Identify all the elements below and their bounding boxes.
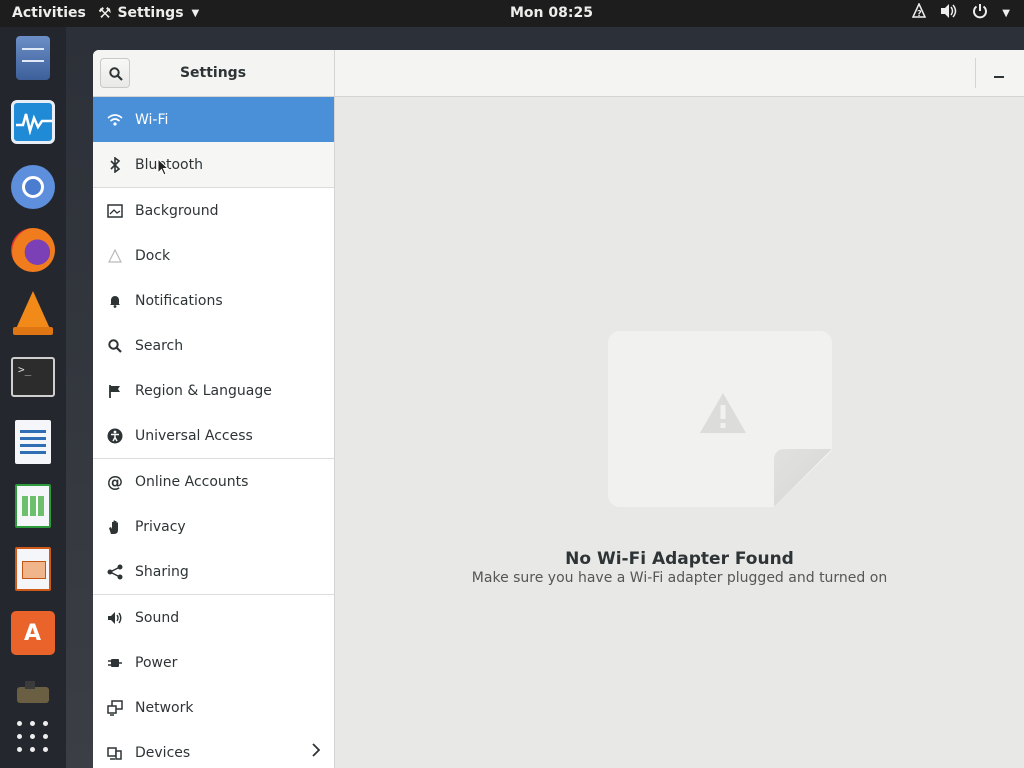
flag-icon	[107, 383, 123, 399]
dock-icon	[107, 248, 123, 264]
speaker-icon	[107, 610, 123, 626]
devices-icon	[107, 745, 123, 761]
terminal-prompt: >_	[18, 363, 32, 376]
share-icon	[107, 564, 123, 580]
sidebar-item-search[interactable]: Search	[93, 323, 334, 368]
sidebar-item-label: Sharing	[135, 563, 189, 580]
sidebar-title: Settings	[179, 65, 247, 81]
sidebar-item-power[interactable]: Power	[93, 640, 334, 685]
caret-down-icon: ▼	[191, 7, 200, 19]
power-icon	[972, 3, 988, 23]
sidebar-item-label: Online Accounts	[135, 473, 249, 490]
sidebar-item-sound[interactable]: Sound	[93, 595, 334, 640]
minimize-button[interactable]	[994, 64, 1006, 80]
mouse-pointer-icon	[157, 158, 169, 176]
sidebar-item-label: Network	[135, 699, 194, 716]
settings-tools-icon: ⚒	[98, 4, 112, 22]
settings-window: Settings Wi-Fi Bluetooth Background Dock…	[93, 50, 1024, 768]
top-panel: Activities ⚒ Settings ▼ Mon 08:25 ? ▼	[0, 0, 1024, 27]
app-menu-label: Settings	[117, 5, 184, 21]
sidebar-item-label: Background	[135, 202, 219, 219]
bluetooth-icon	[107, 156, 123, 173]
warning-icon	[700, 393, 746, 433]
wifi-icon	[107, 112, 123, 128]
background-icon	[107, 203, 123, 219]
sidebar-item-label: Region & Language	[135, 382, 272, 399]
volume-icon	[940, 3, 958, 23]
network-icon	[107, 699, 123, 716]
page-curl-shape	[774, 449, 832, 507]
at-icon: @	[107, 472, 123, 491]
sidebar-header: Settings	[93, 50, 334, 97]
content-headerbar	[335, 50, 1024, 97]
status-menu[interactable]: ? ▼	[912, 2, 1010, 23]
files-app-icon[interactable]	[16, 36, 50, 80]
search-icon	[109, 67, 123, 81]
activities-button[interactable]: Activities	[12, 5, 86, 21]
sidebar-item-label: Universal Access	[135, 427, 253, 444]
sidebar-item-notifications[interactable]: Notifications	[93, 278, 334, 323]
sidebar-item-region-language[interactable]: Region & Language	[93, 368, 334, 413]
settings-panel-list: Wi-Fi Bluetooth Background Dock Notifica…	[93, 97, 334, 768]
sidebar-item-online-accounts[interactable]: @ Online Accounts	[93, 459, 334, 504]
sidebar-item-privacy[interactable]: Privacy	[93, 504, 334, 549]
terminal-app-icon[interactable]: >_	[11, 357, 55, 397]
clock[interactable]: Mon 08:25	[510, 5, 593, 21]
sidebar-item-label: Privacy	[135, 518, 186, 535]
power-plug-icon	[107, 655, 123, 671]
firefox-app-icon[interactable]	[11, 228, 55, 272]
search-icon	[107, 338, 123, 354]
sidebar-item-label: Devices	[135, 744, 191, 761]
settings-sidebar: Settings Wi-Fi Bluetooth Background Dock…	[93, 50, 335, 768]
sidebar-item-label: Notifications	[135, 292, 223, 309]
empty-state-title: No Wi-Fi Adapter Found	[565, 549, 794, 569]
empty-state-subtitle: Make sure you have a Wi-Fi adapter plugg…	[471, 570, 888, 586]
sidebar-item-universal-access[interactable]: Universal Access	[93, 413, 334, 459]
sidebar-item-label: Dock	[135, 247, 171, 264]
libreoffice-writer-app-icon[interactable]	[15, 420, 51, 464]
dock: >_	[0, 27, 66, 768]
svg-text:?: ?	[917, 9, 922, 18]
misc-app-icon[interactable]	[13, 677, 53, 707]
search-button[interactable]	[100, 58, 130, 88]
bell-icon	[107, 293, 123, 309]
headerbar-separator	[975, 58, 976, 88]
sidebar-item-devices[interactable]: Devices	[93, 730, 334, 768]
hand-icon	[107, 519, 123, 535]
app-menu[interactable]: ⚒ Settings ▼	[98, 4, 199, 22]
libreoffice-impress-app-icon[interactable]	[15, 547, 51, 591]
system-monitor-app-icon[interactable]	[11, 100, 55, 144]
show-applications-grid-icon[interactable]	[11, 717, 55, 761]
ubuntu-software-app-icon[interactable]	[11, 611, 55, 655]
sidebar-item-bluetooth[interactable]: Bluetooth	[93, 142, 334, 188]
sidebar-item-network[interactable]: Network	[93, 685, 334, 730]
sidebar-item-background[interactable]: Background	[93, 188, 334, 233]
sidebar-item-sharing[interactable]: Sharing	[93, 549, 334, 595]
vlc-app-icon[interactable]	[11, 291, 55, 335]
chromium-app-icon[interactable]	[11, 165, 55, 209]
chevron-right-icon	[312, 743, 321, 761]
libreoffice-calc-app-icon[interactable]	[15, 484, 51, 528]
sidebar-item-label: Sound	[135, 609, 180, 626]
sidebar-item-label: Wi-Fi	[135, 111, 169, 128]
caret-down-icon: ▼	[1002, 7, 1010, 19]
sidebar-item-wifi[interactable]: Wi-Fi	[93, 97, 334, 142]
network-status-icon: ?	[912, 2, 927, 23]
no-adapter-illustration	[608, 331, 832, 507]
sidebar-item-label: Power	[135, 654, 178, 671]
sidebar-item-label: Search	[135, 337, 184, 354]
sidebar-item-dock[interactable]: Dock	[93, 233, 334, 278]
accessibility-icon	[107, 428, 123, 444]
